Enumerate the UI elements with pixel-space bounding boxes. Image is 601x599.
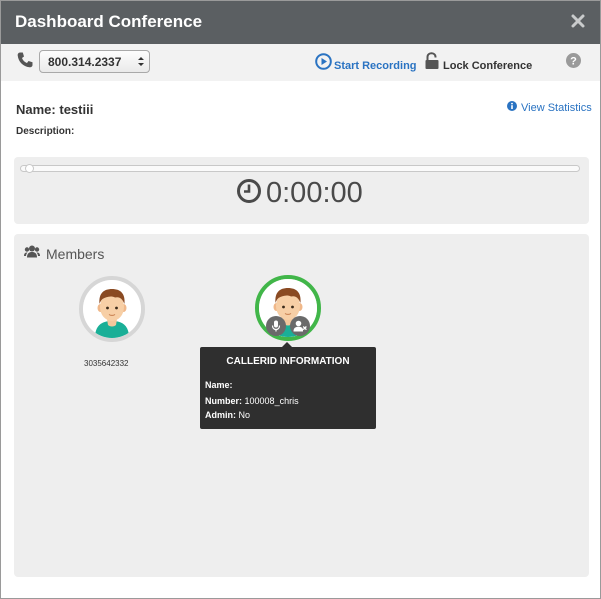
description-label: Description: bbox=[16, 126, 75, 137]
timer-panel: 0:00:00 bbox=[14, 157, 589, 224]
microphone-icon bbox=[271, 320, 281, 332]
remove-member-button[interactable] bbox=[290, 316, 310, 336]
title-bar: Dashboard Conference bbox=[1, 1, 600, 44]
tooltip-title: CALLERID INFORMATION bbox=[226, 356, 350, 367]
tooltip-arrow bbox=[282, 342, 292, 347]
clock-icon bbox=[236, 178, 262, 209]
mute-microphone-button[interactable] bbox=[266, 316, 286, 336]
help-icon[interactable]: ? bbox=[566, 53, 581, 68]
member-avatar-active[interactable] bbox=[255, 275, 321, 341]
callerid-number-row: Number: 100008_chris bbox=[205, 396, 299, 406]
dashboard-conference-dialog: Dashboard Conference 800.314.2337 Start … bbox=[0, 0, 601, 599]
view-statistics-label: View Statistics bbox=[521, 101, 592, 114]
member-number: 3035642332 bbox=[84, 359, 129, 368]
member-avatar[interactable] bbox=[79, 276, 145, 342]
svg-text:?: ? bbox=[570, 56, 577, 68]
start-recording-button[interactable]: Start Recording bbox=[334, 60, 417, 72]
members-header: Members bbox=[24, 245, 104, 263]
callerid-admin-row: Admin: No bbox=[205, 410, 250, 420]
dialog-title: Dashboard Conference bbox=[15, 12, 203, 31]
callerid-tooltip: CALLERID INFORMATION Name: Number: 10000… bbox=[200, 342, 376, 429]
callerid-number-value: 100008_chris bbox=[244, 396, 299, 406]
elapsed-time: 0:00:00 bbox=[266, 177, 363, 209]
members-title: Members bbox=[46, 246, 105, 262]
progress-knob[interactable] bbox=[25, 164, 34, 173]
callerid-name-row: Name: bbox=[205, 380, 233, 390]
person-avatar-icon bbox=[83, 280, 141, 338]
name-label: Name: bbox=[16, 102, 56, 117]
close-icon[interactable] bbox=[570, 12, 586, 30]
conference-toolbar: 800.314.2337 Start Recording Lock Confer… bbox=[1, 44, 600, 81]
did-select[interactable]: 800.314.2337 bbox=[39, 50, 150, 73]
call-progress-slider[interactable] bbox=[20, 164, 580, 173]
name-value: testiii bbox=[59, 102, 94, 117]
callerid-name-label: Name: bbox=[205, 380, 233, 390]
callerid-admin-label: Admin: bbox=[205, 410, 236, 420]
conference-timer: 0:00:00 bbox=[236, 177, 363, 210]
select-arrows-icon bbox=[137, 55, 145, 68]
user-remove-icon bbox=[293, 320, 307, 332]
phone-icon bbox=[16, 51, 34, 69]
view-statistics-link[interactable]: View Statistics bbox=[507, 101, 592, 114]
callerid-admin-value: No bbox=[238, 410, 251, 420]
unlock-icon[interactable] bbox=[424, 52, 440, 70]
play-circle-icon[interactable] bbox=[315, 53, 332, 70]
did-select-value: 800.314.2337 bbox=[48, 55, 122, 69]
conference-name: Name: testiii bbox=[16, 102, 93, 117]
info-icon bbox=[507, 101, 517, 114]
lock-conference-button[interactable]: Lock Conference bbox=[443, 60, 532, 72]
callerid-number-label: Number: bbox=[205, 396, 243, 406]
users-icon bbox=[24, 245, 40, 263]
